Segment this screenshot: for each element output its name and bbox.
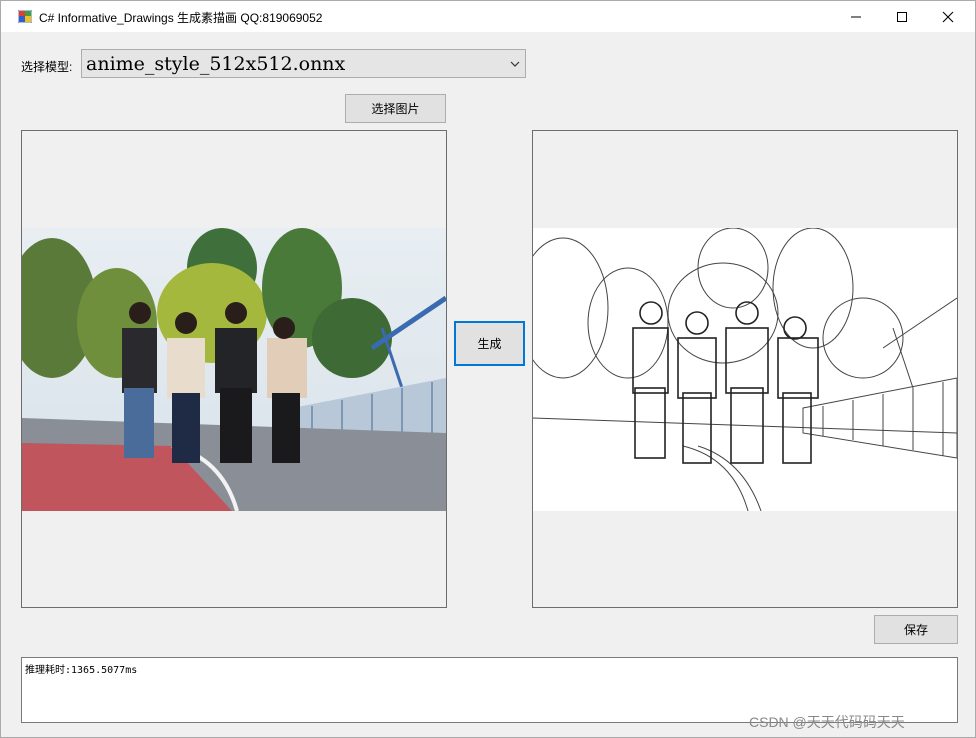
output-picturebox	[532, 130, 958, 608]
model-label: 选择模型:	[21, 60, 73, 74]
window-title: C# Informative_Drawings 生成素描画 QQ:8190690…	[39, 11, 323, 25]
chevron-down-icon	[510, 61, 520, 67]
model-select[interactable]: anime_style_512x512.onnx	[81, 49, 526, 78]
output-sketch-image	[533, 228, 957, 511]
inference-time-text: 推理耗时:1365.5077ms	[25, 665, 138, 676]
app-window: C# Informative_Drawings 生成素描画 QQ:8190690…	[0, 0, 976, 738]
maximize-button[interactable]	[879, 1, 925, 32]
title-bar[interactable]: C# Informative_Drawings 生成素描画 QQ:8190690…	[1, 1, 975, 32]
minimize-button[interactable]	[833, 1, 879, 32]
generate-button[interactable]: 生成	[454, 321, 525, 366]
close-button[interactable]	[925, 1, 971, 32]
input-picturebox	[21, 130, 447, 608]
maximize-icon	[897, 11, 907, 22]
close-icon	[942, 11, 954, 22]
app-icon	[18, 10, 32, 23]
watermark: CSDN @天天代码码天天	[749, 714, 905, 730]
input-image	[22, 228, 446, 511]
save-button[interactable]: 保存	[874, 615, 958, 644]
model-select-value: anime_style_512x512.onnx	[86, 53, 346, 75]
select-image-button[interactable]: 选择图片	[345, 94, 446, 123]
minimize-icon	[851, 16, 861, 17]
